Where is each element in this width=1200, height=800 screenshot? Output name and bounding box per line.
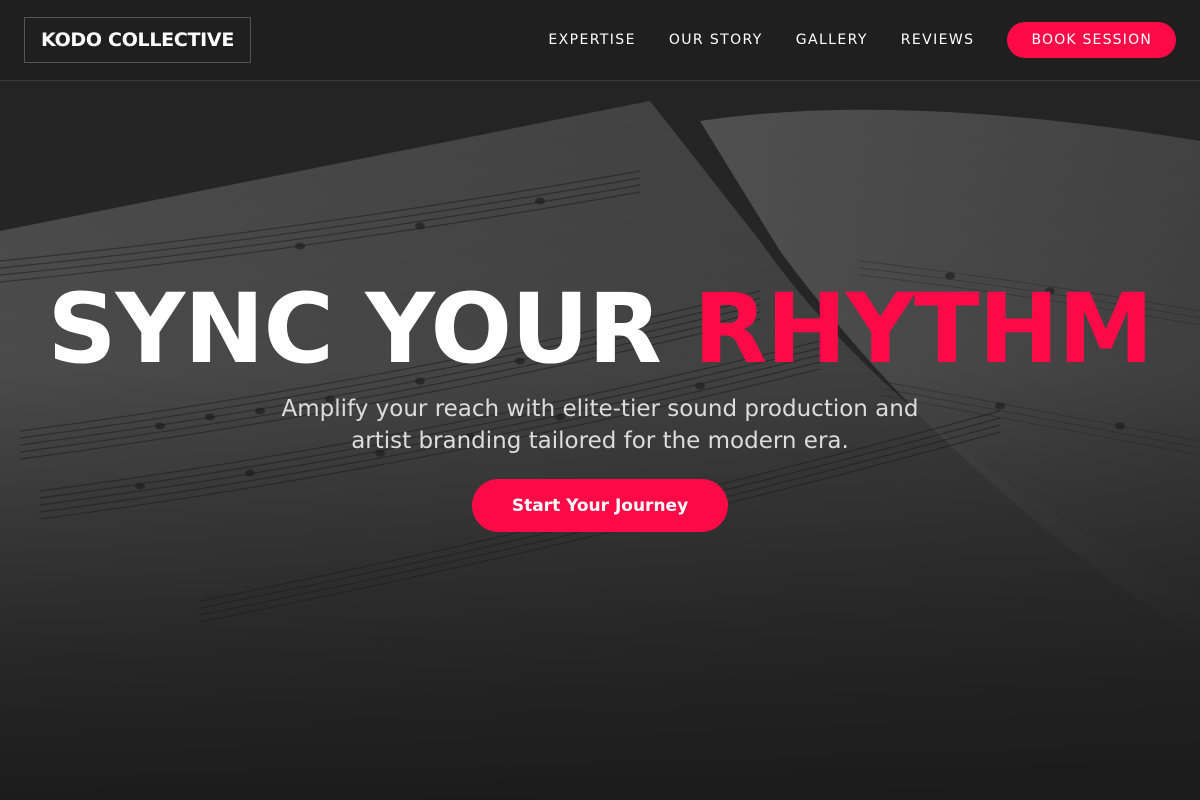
hero-content: SYNC YOUR RHYTHM Amplify your reach with… xyxy=(0,277,1200,532)
hero-section: SYNC YOUR RHYTHM Amplify your reach with… xyxy=(0,81,1200,800)
headline-main: SYNC YOUR xyxy=(47,273,661,385)
hero-subtitle: Amplify your reach with elite-tier sound… xyxy=(281,396,919,454)
nav-link-expertise[interactable]: EXPERTISE xyxy=(548,32,635,48)
main-nav: EXPERTISE OUR STORY GALLERY REVIEWS BOOK… xyxy=(548,22,1176,58)
start-journey-button[interactable]: Start Your Journey xyxy=(471,479,729,532)
hero-headline: SYNC YOUR RHYTHM xyxy=(0,277,1200,381)
site-header: KODO COLLECTIVE EXPERTISE OUR STORY GALL… xyxy=(0,0,1200,81)
book-session-button[interactable]: BOOK SESSION xyxy=(1007,22,1176,58)
nav-link-gallery[interactable]: GALLERY xyxy=(796,32,868,48)
nav-link-our-story[interactable]: OUR STORY xyxy=(669,32,763,48)
headline-accent: RHYTHM xyxy=(693,273,1153,385)
brand-logo[interactable]: KODO COLLECTIVE xyxy=(24,17,252,63)
nav-link-reviews[interactable]: REVIEWS xyxy=(901,32,975,48)
